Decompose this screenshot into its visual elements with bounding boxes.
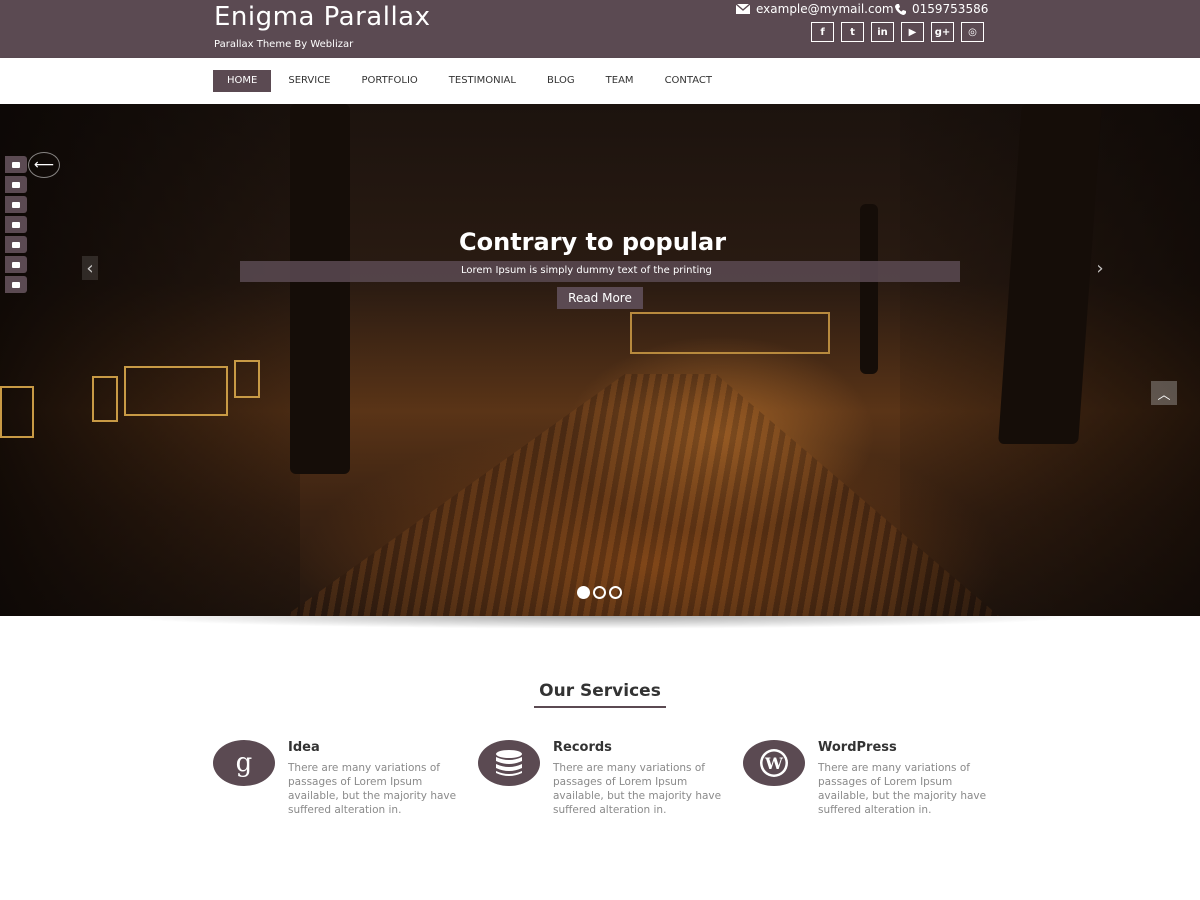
service-text: There are many variations of passages of… (288, 762, 457, 816)
social-links: f t in ▶ g+ ◎ (811, 22, 984, 42)
email-text: example@mymail.com (756, 2, 894, 16)
youtube-icon[interactable]: ▶ (901, 22, 924, 42)
site-tagline: Parallax Theme By Weblizar (214, 39, 354, 50)
database-icon (478, 740, 540, 786)
service-text: There are many variations of passages of… (553, 762, 722, 816)
instagram-icon[interactable]: ◎ (961, 22, 984, 42)
hero-shadow (0, 616, 1200, 638)
nav-item-portfolio[interactable]: PORTFOLIO (348, 70, 432, 92)
side-tab-7[interactable] (5, 276, 27, 293)
nav-item-contact[interactable]: CONTACT (651, 70, 726, 92)
nav-item-blog[interactable]: BLOG (533, 70, 589, 92)
top-header: Enigma Parallax Parallax Theme By Webliz… (0, 0, 1200, 58)
slider-dot-3[interactable] (609, 586, 622, 599)
pub-front (630, 312, 830, 354)
hero-slider: ⟵ ‹ › Contrary to popular Lorem Ipsum is… (0, 104, 1200, 616)
tree-trunk (860, 204, 878, 374)
nav-item-team[interactable]: TEAM (592, 70, 648, 92)
read-more-button[interactable]: Read More (557, 287, 643, 309)
services-heading: Our Services (539, 681, 661, 701)
service-title[interactable]: WordPress (818, 740, 897, 755)
shop-window (0, 386, 34, 438)
google-plus-icon[interactable]: g+ (931, 22, 954, 42)
svg-text:W: W (764, 754, 784, 773)
site-title[interactable]: Enigma Parallax (214, 2, 431, 32)
shop-window (92, 376, 118, 422)
service-text: There are many variations of passages of… (818, 762, 987, 816)
side-tab-4[interactable] (5, 216, 27, 233)
service-card-records: Records There are many variations of pas… (478, 740, 738, 830)
nav-item-home[interactable]: HOME (213, 70, 272, 92)
hero-title: Contrary to popular (459, 228, 727, 256)
shop-window (124, 366, 228, 416)
contact-phone[interactable]: 0159753586 (895, 2, 988, 16)
twitter-icon[interactable]: t (841, 22, 864, 42)
svg-text:g: g (236, 748, 253, 778)
scroll-top-icon[interactable]: ︿ (1151, 381, 1177, 405)
side-tab-1[interactable] (5, 156, 27, 173)
contact-email[interactable]: example@mymail.com (736, 2, 894, 16)
linkedin-icon[interactable]: in (871, 22, 894, 42)
slider-dot-1[interactable] (577, 586, 590, 599)
slider-prev-icon[interactable]: ‹ (82, 256, 98, 280)
facebook-icon[interactable]: f (811, 22, 834, 42)
slider-next-icon[interactable]: › (1092, 256, 1108, 280)
service-card-idea: g Idea There are many variations of pass… (213, 740, 473, 830)
service-title[interactable]: Idea (288, 740, 320, 755)
nav-item-testimonial[interactable]: TESTIMONIAL (435, 70, 530, 92)
tree-trunk (290, 104, 350, 474)
envelope-icon (736, 4, 750, 14)
side-tab-5[interactable] (5, 236, 27, 253)
slider-dots (577, 586, 622, 599)
side-tab-6[interactable] (5, 256, 27, 273)
phone-icon (895, 3, 906, 15)
service-title[interactable]: Records (553, 740, 612, 755)
services-underline (534, 706, 666, 708)
side-tab-2[interactable] (5, 176, 27, 193)
side-tab-3[interactable] (5, 196, 27, 213)
nav-item-service[interactable]: SERVICE (274, 70, 344, 92)
google-g-icon: g (213, 740, 275, 786)
phone-text: 0159753586 (912, 2, 989, 16)
main-nav: HOME SERVICE PORTFOLIO TESTIMONIAL BLOG … (0, 58, 1200, 104)
shop-window (234, 360, 260, 398)
nav-menu: HOME SERVICE PORTFOLIO TESTIMONIAL BLOG … (213, 70, 729, 92)
hero-subtitle: Lorem Ipsum is simply dummy text of the … (461, 265, 712, 276)
service-card-wordpress: W WordPress There are many variations of… (743, 740, 1003, 830)
wordpress-icon: W (743, 740, 805, 786)
slider-dot-2[interactable] (593, 586, 606, 599)
back-arrow-icon[interactable]: ⟵ (28, 152, 60, 178)
side-tool-panel (5, 156, 27, 293)
